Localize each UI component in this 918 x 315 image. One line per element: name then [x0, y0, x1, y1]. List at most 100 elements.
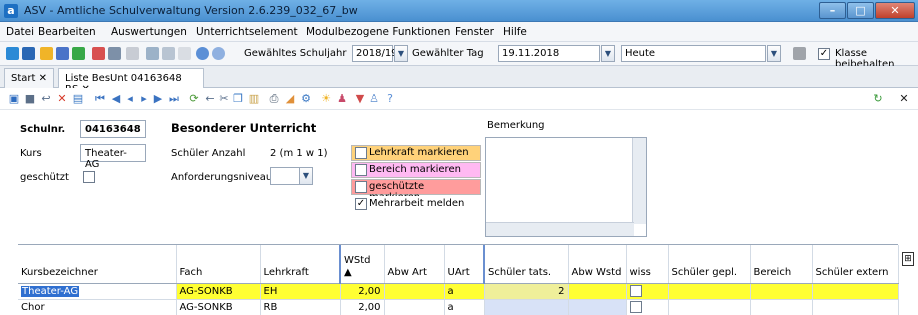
help-icon[interactable]: ? [384, 93, 396, 105]
cell-lehrkraft[interactable]: EH [260, 283, 341, 300]
previous-page-icon[interactable]: ◀ [110, 93, 122, 105]
last-icon[interactable]: ⏭ [168, 93, 180, 105]
column-chooser-icon[interactable]: ⊞ [902, 252, 914, 266]
teacher-icon[interactable] [72, 47, 85, 60]
chevron-down-icon[interactable]: ▼ [601, 45, 615, 62]
undo-icon[interactable]: ↩ [40, 93, 52, 105]
cell-wiss[interactable] [626, 299, 669, 315]
cut-icon[interactable]: ✂ [218, 93, 230, 105]
col-wiss[interactable]: wiss [626, 245, 669, 284]
window-icon[interactable] [162, 47, 175, 60]
minimize-button[interactable]: – [819, 2, 846, 19]
next-page-icon[interactable]: ▶ [152, 93, 164, 105]
next-icon[interactable]: ▸ [138, 93, 150, 105]
menu-unterrichtselement[interactable]: Unterrichtselement [196, 26, 298, 38]
schoolyear-select[interactable]: 2018/19 [352, 45, 398, 62]
user-icon[interactable]: ♟ [336, 93, 348, 105]
col-lehrkraft[interactable]: Lehrkraft [260, 245, 341, 284]
close-icon[interactable]: ✕ [39, 73, 47, 84]
cell-schueler-gepl[interactable] [668, 283, 751, 300]
new-icon[interactable]: ▣ [8, 93, 20, 105]
cell-fach[interactable]: AG-SONKB [176, 283, 261, 300]
chevron-down-icon[interactable]: ▼ [767, 45, 781, 62]
bemerkung-textarea[interactable] [485, 137, 647, 237]
col-schueler-extern[interactable]: Schüler extern [812, 245, 899, 284]
lehrkraft-markieren-checkbox[interactable] [355, 147, 367, 159]
cell-wstd[interactable]: 2,00 [340, 283, 385, 300]
cell-fach[interactable]: AG-SONKB [176, 299, 261, 315]
col-abw-art[interactable]: Abw Art [384, 245, 445, 284]
wiss-checkbox[interactable] [629, 284, 642, 297]
cell-schueler-tats[interactable]: 2 [484, 283, 569, 300]
back-icon[interactable]: ← [204, 93, 216, 105]
col-uart[interactable]: UArt [444, 245, 485, 284]
cell-abw-wstd[interactable] [568, 283, 627, 300]
geschuetzt-checkbox[interactable] [83, 171, 95, 183]
form-icon[interactable]: ▤ [72, 93, 84, 105]
menu-hilfe[interactable]: Hilfe [503, 26, 527, 38]
cell-schueler-extern[interactable] [812, 299, 899, 315]
cell-wstd[interactable]: 2,00 [340, 299, 385, 315]
cell-kursbezeichner[interactable]: Theater-AG [18, 283, 177, 300]
maximize-button[interactable]: □ [847, 2, 874, 19]
cell-abw-art[interactable] [384, 283, 445, 300]
cell-wiss[interactable] [626, 283, 669, 300]
geschuetzte-markieren[interactable]: geschützte markieren [351, 179, 481, 203]
table-row[interactable]: Theater-AG AG-SONKB EH 2,00 a 2 [18, 283, 899, 300]
chevron-down-icon[interactable]: ▼ [394, 45, 408, 62]
horizontal-scrollbar[interactable] [486, 222, 634, 236]
cell-kursbezeichner[interactable]: Chor [18, 299, 177, 315]
col-abw-wstd[interactable]: Abw Wstd [568, 245, 627, 284]
first-icon[interactable]: ⏮ [94, 93, 106, 105]
timetable-icon[interactable] [92, 47, 105, 60]
mehrarbeit-melden[interactable]: ✓ Mehrarbeit melden [351, 196, 481, 212]
col-schueler-gepl[interactable]: Schüler gepl. [668, 245, 751, 284]
lehrkraft-markieren[interactable]: Lehrkraft markieren [351, 145, 481, 161]
previous-icon[interactable]: ◂ [124, 93, 136, 105]
students-icon[interactable] [56, 47, 69, 60]
chevron-down-icon[interactable]: ▼ [299, 167, 313, 185]
table-row[interactable]: Chor AG-SONKB RB 2,00 a [18, 299, 899, 315]
cell-uart[interactable]: a [444, 299, 485, 315]
menu-auswertungen[interactable]: Auswertungen [111, 26, 187, 38]
settings-icon[interactable]: ⚙ [300, 93, 312, 105]
mehrarbeit-melden-checkbox[interactable]: ✓ [355, 198, 367, 210]
cell-bereich[interactable] [750, 299, 813, 315]
save-icon[interactable]: ■ [24, 93, 36, 105]
geschuetzte-markieren-checkbox[interactable] [355, 181, 367, 193]
class-icon[interactable] [22, 47, 35, 60]
refresh-icon[interactable]: ⟳ [188, 93, 200, 105]
paste-icon[interactable]: ▥ [248, 93, 260, 105]
col-wstd[interactable]: WStd ▲ [339, 245, 385, 284]
menu-bearbeiten[interactable]: Bearbeiten [38, 26, 96, 38]
col-schueler-tats[interactable]: Schüler tats. [483, 245, 569, 284]
cell-uart[interactable]: a [444, 283, 485, 300]
cell-lehrkraft[interactable]: RB [260, 299, 341, 315]
wiss-checkbox[interactable] [629, 300, 642, 313]
day-input[interactable]: 19.11.2018 [498, 45, 600, 62]
export-icon[interactable] [146, 47, 159, 60]
tool-icon[interactable] [126, 47, 139, 60]
tab-start[interactable]: Start ✕ [4, 68, 54, 88]
close-window-button[interactable]: ✕ [875, 2, 915, 19]
lock-icon[interactable] [793, 47, 806, 60]
menu-modulbezogene-funktionen[interactable]: Modulbezogene Funktionen [306, 26, 450, 38]
menu-fenster[interactable]: Fenster [455, 26, 494, 38]
print-icon[interactable]: ⎙ [268, 93, 280, 105]
module-icon[interactable] [6, 47, 19, 60]
keep-class-checkbox[interactable]: ✓ [818, 48, 830, 60]
cell-abw-wstd[interactable] [568, 299, 627, 315]
cell-schueler-extern[interactable] [812, 283, 899, 300]
filter-icon[interactable]: ▼ [354, 93, 366, 105]
export-icon[interactable]: ◢ [284, 93, 296, 105]
info-icon[interactable] [196, 47, 209, 60]
cell-abw-art[interactable] [384, 299, 445, 315]
copy-icon[interactable]: ❐ [232, 93, 244, 105]
anforderungsniveau-select[interactable] [270, 167, 300, 185]
vertical-scrollbar[interactable] [632, 138, 646, 224]
kurs-field[interactable]: Theater-AG [80, 144, 146, 170]
cell-schueler-gepl[interactable] [668, 299, 751, 315]
cell-bereich[interactable] [750, 283, 813, 300]
bereich-markieren[interactable]: Bereich markieren [351, 162, 481, 178]
preset-select[interactable]: Heute [621, 45, 766, 62]
